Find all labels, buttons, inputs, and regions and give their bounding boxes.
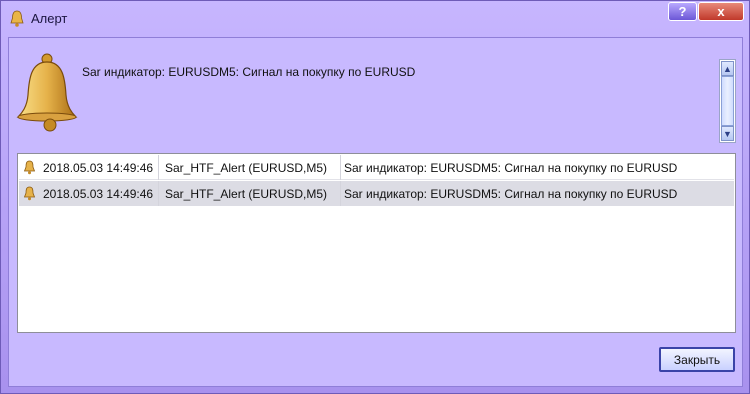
- close-button[interactable]: Закрыть: [659, 347, 735, 372]
- row-message: Sar индикатор: EURUSDM5: Сигнал на покуп…: [344, 160, 678, 175]
- row-time: 2018.05.03 14:49:46: [41, 155, 159, 180]
- row-expert-name: Sar_HTF_Alert (EURUSD,M5): [161, 155, 341, 180]
- help-button[interactable]: ?: [668, 2, 697, 21]
- scroll-down-icon[interactable]: ▼: [721, 126, 734, 141]
- row-time: 2018.05.03 14:49:46: [41, 181, 159, 206]
- list-row[interactable]: 2018.05.03 14:49:46 Sar_HTF_Alert (EURUS…: [19, 155, 734, 180]
- row-bell-icon: [23, 181, 39, 206]
- row-expert-name: Sar_HTF_Alert (EURUSD,M5): [161, 181, 341, 206]
- alert-list[interactable]: 2018.05.03 14:49:46 Sar_HTF_Alert (EURUS…: [17, 153, 736, 333]
- alert-window: Алерт ? x Sar индикатор: EURUSDM5: Сигна…: [0, 0, 750, 394]
- window-title: Алерт: [31, 11, 68, 26]
- dialog-content: Sar индикатор: EURUSDM5: Сигнал на покуп…: [8, 37, 743, 387]
- list-row[interactable]: 2018.05.03 14:49:46 Sar_HTF_Alert (EURUS…: [19, 181, 734, 206]
- alert-message-text: Sar индикатор: EURUSDM5: Сигнал на покуп…: [82, 65, 416, 79]
- row-message: Sar индикатор: EURUSDM5: Сигнал на покуп…: [344, 186, 678, 201]
- bell-icon: [10, 10, 24, 27]
- title-bar[interactable]: Алерт ? x: [1, 1, 749, 37]
- row-bell-icon: [23, 155, 39, 180]
- message-scrollbar[interactable]: ▲ ▼: [719, 59, 736, 143]
- window-close-button[interactable]: x: [698, 2, 744, 21]
- large-bell-icon: [16, 53, 78, 132]
- alert-message-panel: Sar индикатор: EURUSDM5: Сигнал на покуп…: [10, 39, 741, 143]
- scroll-thumb[interactable]: [721, 76, 734, 126]
- scroll-up-icon[interactable]: ▲: [721, 61, 734, 76]
